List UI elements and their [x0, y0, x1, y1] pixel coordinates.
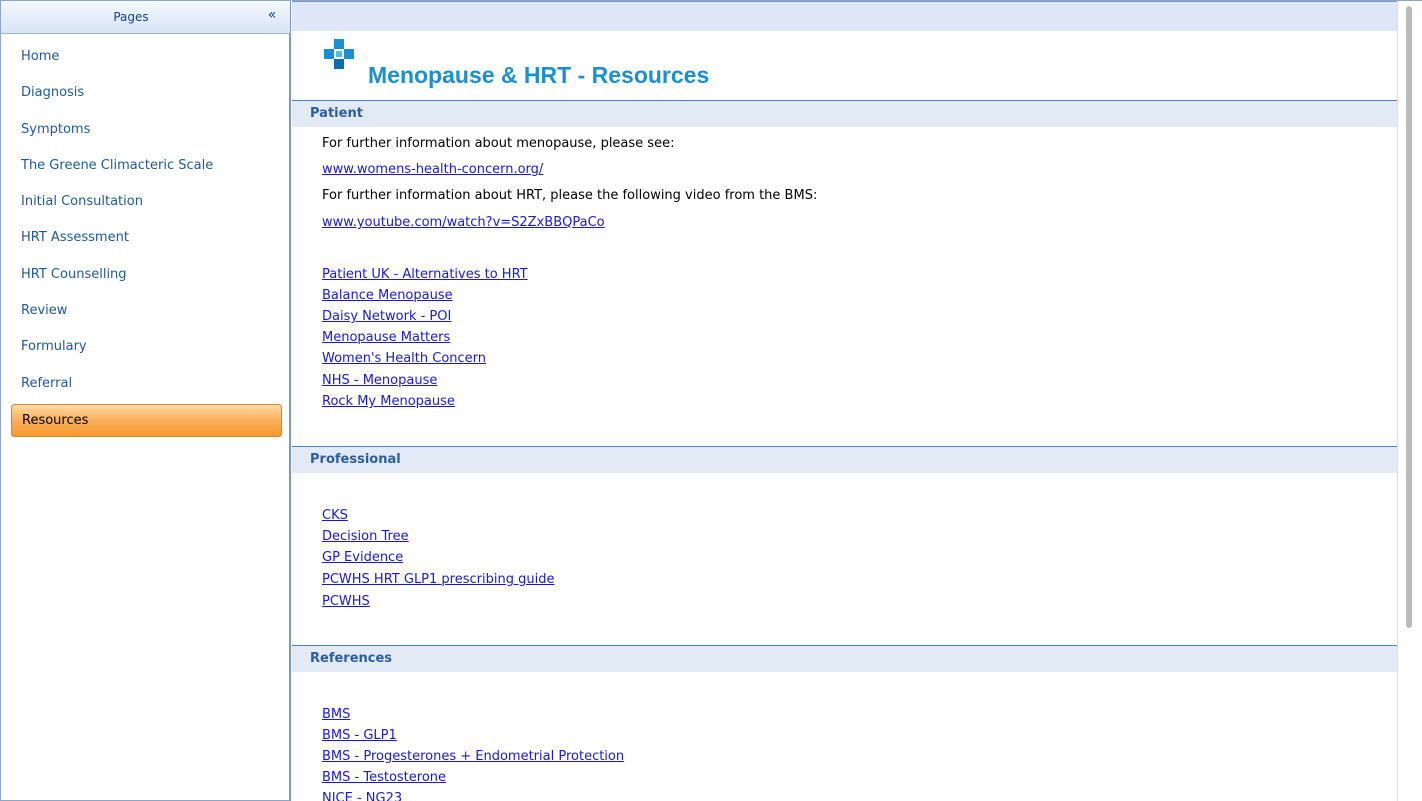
link-rock-my-menopause[interactable]: Rock My Menopause: [322, 394, 455, 409]
main-panel: Menopause & HRT - Resources Patient For …: [292, 0, 1422, 801]
content-area: Menopause & HRT - Resources Patient For …: [292, 31, 1397, 801]
link-bms-glp1[interactable]: BMS - GLP1: [322, 728, 397, 743]
nav-item-referral[interactable]: Referral: [1, 366, 290, 402]
nav-item-hrt-counselling[interactable]: HRT Counselling: [1, 257, 290, 293]
patient-hrt-info-text: For further information about HRT, pleas…: [322, 188, 818, 203]
link-gp-evidence[interactable]: GP Evidence: [322, 550, 403, 565]
section-header-patient: Patient: [292, 100, 1397, 127]
link-nice-ng23[interactable]: NICE - NG23: [322, 791, 402, 801]
sidebar-header: Pages «: [1, 1, 290, 34]
section-header-references: References: [292, 645, 1397, 672]
nav-item-review[interactable]: Review: [1, 293, 290, 329]
link-cks[interactable]: CKS: [322, 508, 348, 523]
link-daisy-network[interactable]: Daisy Network - POI: [322, 309, 451, 324]
link-womens-health-concern-url[interactable]: www.womens-health-concern.org/: [322, 162, 543, 177]
page-title: Menopause & HRT - Resources: [368, 62, 710, 88]
scrollbar-thumb[interactable]: [1406, 6, 1412, 628]
vertical-scrollbar[interactable]: [1397, 1, 1422, 801]
link-nhs-menopause[interactable]: NHS - Menopause: [322, 373, 437, 388]
blue-cross-logo-icon: [324, 39, 354, 69]
nav-item-greene-scale[interactable]: The Greene Climacteric Scale: [1, 148, 290, 184]
link-pcwhs[interactable]: PCWHS: [322, 594, 370, 609]
nav-item-formulary[interactable]: Formulary: [1, 329, 290, 365]
link-balance-menopause[interactable]: Balance Menopause: [322, 288, 453, 303]
nav-item-initial-consultation[interactable]: Initial Consultation: [1, 184, 290, 220]
nav-item-home[interactable]: Home: [1, 39, 290, 75]
patient-menopause-info-text: For further information about menopause,…: [322, 136, 675, 151]
collapse-sidebar-button[interactable]: «: [263, 7, 281, 25]
link-menopause-matters[interactable]: Menopause Matters: [322, 330, 450, 345]
link-youtube-bms-video[interactable]: www.youtube.com/watch?v=S2ZxBBQPaCo: [322, 215, 605, 230]
nav-item-hrt-assessment[interactable]: HRT Assessment: [1, 220, 290, 256]
link-pcwhs-hrt-glp1[interactable]: PCWHS HRT GLP1 prescribing guide: [322, 572, 554, 587]
sidebar-title: Pages: [113, 10, 149, 24]
nav-item-diagnosis[interactable]: Diagnosis: [1, 75, 290, 111]
link-bms[interactable]: BMS: [322, 707, 350, 722]
link-decision-tree[interactable]: Decision Tree: [322, 529, 409, 544]
top-strip: [292, 1, 1397, 31]
sidebar: Pages « Home Diagnosis Symptoms The Gree…: [0, 0, 291, 801]
link-patient-uk-alternatives[interactable]: Patient UK - Alternatives to HRT: [322, 267, 528, 282]
nav-item-resources[interactable]: Resources: [11, 403, 282, 437]
link-bms-progesterones[interactable]: BMS - Progesterones + Endometrial Protec…: [322, 749, 624, 764]
section-header-professional: Professional: [292, 446, 1397, 473]
nav-item-symptoms[interactable]: Symptoms: [1, 112, 290, 148]
link-bms-testosterone[interactable]: BMS - Testosterone: [322, 770, 446, 785]
page-nav-list: Home Diagnosis Symptoms The Greene Clima…: [1, 39, 290, 437]
link-womens-health-concern[interactable]: Women's Health Concern: [322, 351, 486, 366]
